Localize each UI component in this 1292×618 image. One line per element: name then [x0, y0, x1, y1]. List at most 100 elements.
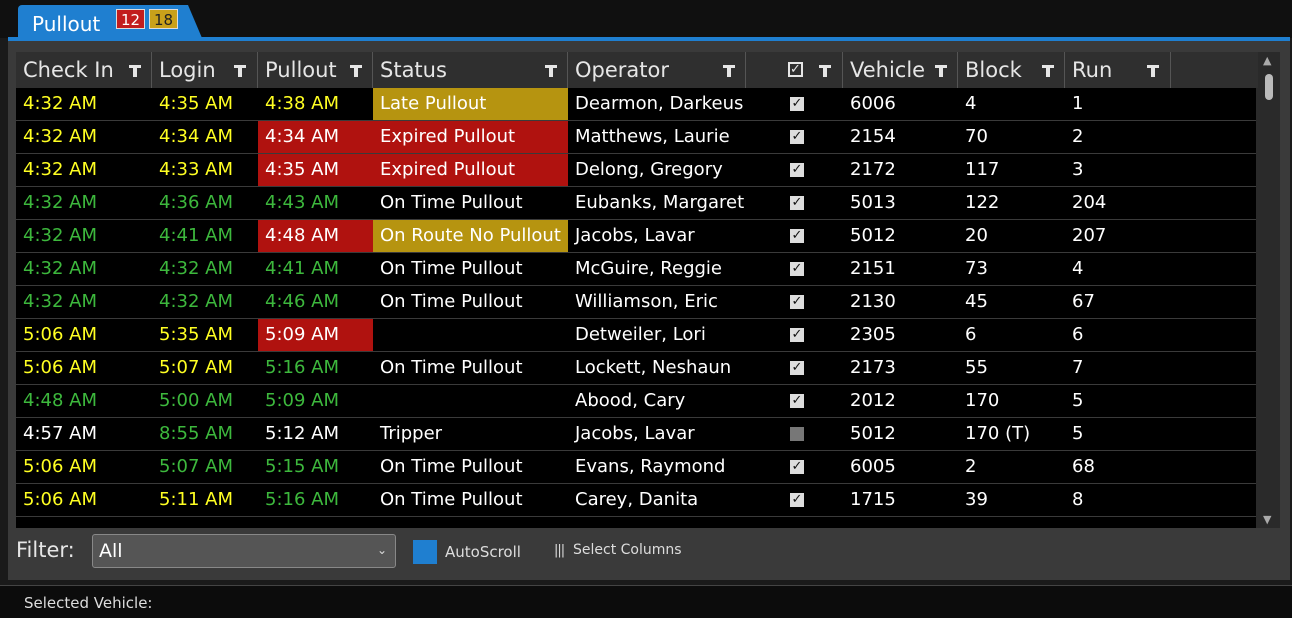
- vertical-scrollbar[interactable]: ▲ ▼: [1258, 52, 1280, 528]
- checked-checkbox-icon[interactable]: ✓: [790, 493, 804, 507]
- cell-pullout: 5:09 AM: [265, 390, 339, 411]
- table-row[interactable]: 5:06 AM 5:35 AM 5:09 AM Detweiler, Lori ✓ 230…: [16, 319, 1256, 352]
- table-row[interactable]: 4:32 AM 4:35 AM 4:38 AM Late Pullout Dearmon…: [16, 88, 1256, 121]
- tab-pullout[interactable]: Pullout 12 18: [18, 5, 202, 38]
- cell-checkin: 5:06 AM: [23, 456, 97, 477]
- cell-checkin: 4:57 AM: [23, 423, 97, 444]
- cell-login: 5:07 AM: [159, 357, 233, 378]
- cell-operator: Eubanks, Margaret: [575, 192, 745, 213]
- cell-pullout: 5:16 AM: [265, 489, 339, 510]
- header-label: Operator: [575, 58, 669, 82]
- cell-pullout: 5:16 AM: [265, 357, 339, 378]
- header-checked[interactable]: ✓: [746, 52, 843, 88]
- cell-login: 4:41 AM: [159, 225, 233, 246]
- cell-vehicle: 2130: [850, 291, 896, 312]
- header-check-in[interactable]: Check In: [16, 52, 152, 88]
- header-status[interactable]: Status: [373, 52, 568, 88]
- tab-label: Pullout: [32, 12, 101, 36]
- cell-vehicle: 2173: [850, 357, 896, 378]
- select-columns-button[interactable]: Select Columns: [573, 542, 682, 558]
- cell-status: Expired Pullout: [373, 121, 568, 153]
- cell-pullout: 4:46 AM: [265, 291, 339, 312]
- table-row[interactable]: 4:32 AM 4:41 AM 4:48 AM On Route No Pullout…: [16, 220, 1256, 253]
- checked-checkbox-icon[interactable]: ✓: [790, 361, 804, 375]
- cell-vehicle: 6005: [850, 456, 896, 477]
- filter-icon[interactable]: [819, 65, 831, 77]
- cell-operator: McGuire, Reggie: [575, 258, 723, 279]
- cell-run: 4: [1072, 258, 1084, 279]
- cell-status: On Route No Pullout: [373, 220, 568, 252]
- header-vehicle[interactable]: Vehicle: [843, 52, 958, 88]
- header-label: Login: [159, 58, 216, 82]
- checked-checkbox-icon[interactable]: ✓: [790, 295, 804, 309]
- checked-checkbox-icon[interactable]: ✓: [790, 328, 804, 342]
- cell-login: 4:36 AM: [159, 192, 233, 213]
- checked-checkbox-icon[interactable]: ✓: [790, 394, 804, 408]
- filter-select[interactable]: All ⌄: [92, 534, 396, 568]
- selected-vehicle-label: Selected Vehicle:: [24, 594, 153, 612]
- table-row[interactable]: 4:32 AM 4:36 AM 4:43 AM On Time Pullout Euba…: [16, 187, 1256, 220]
- cell-login: 5:00 AM: [159, 390, 233, 411]
- table-row[interactable]: 5:06 AM 5:07 AM 5:15 AM On Time Pullout Evan…: [16, 451, 1256, 484]
- header-label: Pullout: [265, 58, 337, 82]
- checked-checkbox-icon[interactable]: ✓: [790, 163, 804, 177]
- cell-checked: ✓: [746, 154, 843, 186]
- scroll-down-icon[interactable]: ▼: [1263, 513, 1271, 526]
- table-row[interactable]: 4:57 AM 8:55 AM 5:12 AM Tripper Jacobs, Lava…: [16, 418, 1256, 451]
- cell-block: 20: [965, 225, 988, 246]
- cell-checkin: 5:06 AM: [23, 357, 97, 378]
- checked-checkbox-icon[interactable]: ✓: [790, 262, 804, 276]
- cell-vehicle: 2151: [850, 258, 896, 279]
- filter-icon[interactable]: [234, 65, 246, 77]
- header-operator[interactable]: Operator: [568, 52, 746, 88]
- header-login[interactable]: Login: [152, 52, 258, 88]
- checked-checkbox-icon[interactable]: ✓: [790, 130, 804, 144]
- late-count-badge: 18: [149, 9, 179, 29]
- cell-login: 4:33 AM: [159, 159, 233, 180]
- filter-icon[interactable]: [935, 65, 947, 77]
- header-run[interactable]: Run: [1065, 52, 1171, 88]
- cell-status: Late Pullout: [373, 88, 568, 120]
- cell-checked: ✓: [746, 121, 843, 153]
- cell-status: Expired Pullout: [373, 154, 568, 186]
- cell-block: 4: [965, 93, 977, 114]
- scroll-up-icon[interactable]: ▲: [1263, 54, 1271, 67]
- filter-icon[interactable]: [545, 65, 557, 77]
- checked-checkbox-icon[interactable]: ✓: [790, 196, 804, 210]
- cell-checked: ✓: [746, 286, 843, 318]
- table-row[interactable]: 5:06 AM 5:07 AM 5:16 AM On Time Pullout Lock…: [16, 352, 1256, 385]
- cell-pullout: 5:15 AM: [265, 456, 339, 477]
- checked-checkbox-icon[interactable]: ✓: [790, 97, 804, 111]
- filter-icon[interactable]: [129, 65, 141, 77]
- table-row[interactable]: 4:32 AM 4:32 AM 4:41 AM On Time Pullout McGu…: [16, 253, 1256, 286]
- table-row[interactable]: 4:48 AM 5:00 AM 5:09 AM Abood, Cary ✓ 2012 170…: [16, 385, 1256, 418]
- table-row[interactable]: 4:32 AM 4:34 AM 4:34 AM Expired Pullout Matt…: [16, 121, 1256, 154]
- scroll-thumb[interactable]: [1265, 74, 1273, 100]
- filter-icon[interactable]: [723, 65, 735, 77]
- cell-operator: Jacobs, Lavar: [575, 423, 695, 444]
- header-block[interactable]: Block: [958, 52, 1065, 88]
- cell-login: 5:35 AM: [159, 324, 233, 345]
- table-row[interactable]: 5:06 AM 5:11 AM 5:16 AM On Time Pullout Care…: [16, 484, 1256, 517]
- header-pullout[interactable]: Pullout: [258, 52, 373, 88]
- filter-icon[interactable]: [1042, 65, 1054, 77]
- table-row[interactable]: 4:32 AM 4:33 AM 4:35 AM Expired Pullout Delo…: [16, 154, 1256, 187]
- cell-status: On Time Pullout: [380, 456, 523, 477]
- columns-icon[interactable]: |||: [554, 543, 565, 558]
- checked-checkbox-icon[interactable]: ✓: [790, 229, 804, 243]
- cell-block: 122: [965, 192, 1000, 213]
- cell-vehicle: 5013: [850, 192, 896, 213]
- table-row[interactable]: 4:32 AM 4:32 AM 4:46 AM On Time Pullout Will…: [16, 286, 1256, 319]
- cell-operator: Detweiler, Lori: [575, 324, 706, 345]
- unchecked-checkbox-icon[interactable]: [790, 427, 804, 441]
- autoscroll-label[interactable]: AutoScroll: [445, 543, 521, 561]
- cell-login: 4:35 AM: [159, 93, 233, 114]
- cell-status: On Time Pullout: [380, 258, 523, 279]
- filter-icon[interactable]: [1147, 65, 1159, 77]
- autoscroll-checkbox[interactable]: [413, 540, 437, 564]
- cell-run: 68: [1072, 456, 1095, 477]
- cell-vehicle: 2172: [850, 159, 896, 180]
- checked-checkbox-icon[interactable]: ✓: [790, 460, 804, 474]
- filter-icon[interactable]: [350, 65, 362, 77]
- header-label: Status: [380, 58, 447, 82]
